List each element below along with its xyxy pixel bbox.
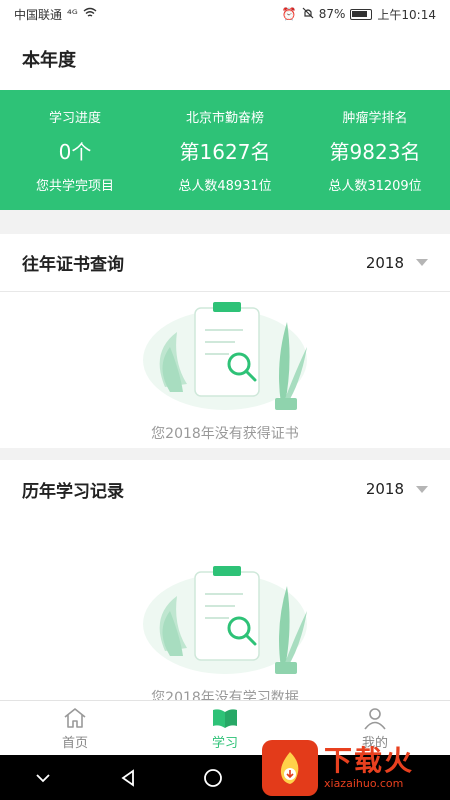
stat-sub: 总人数48931位: [178, 178, 272, 194]
mute-icon: [302, 7, 314, 22]
battery-percent: 87%: [318, 7, 346, 21]
home-circle-icon: [203, 768, 222, 787]
certificates-card: 往年证书查询 2018 您2018年没有获得证书: [0, 234, 450, 448]
tab-label: 学习: [211, 735, 238, 751]
empty-message: 您2018年没有获得证书: [151, 426, 299, 442]
certificates-header: 往年证书查询 2018: [0, 234, 450, 292]
empty-clipboard-illustration: [143, 302, 307, 410]
section-title: 往年证书查询: [22, 255, 124, 275]
page-title: 本年度: [0, 28, 450, 90]
stat-oncology-rank[interactable]: 肿瘤学排名 第9823名 总人数31209位: [300, 90, 450, 210]
caret-down-icon: [416, 259, 428, 266]
home-icon: [64, 707, 86, 728]
nav-down-button[interactable]: [0, 773, 85, 783]
stat-label: 北京市勤奋榜: [185, 110, 264, 126]
empty-clipboard-illustration: [143, 566, 307, 674]
empty-state: 您2018年没有学习数据: [0, 556, 450, 707]
person-icon: [364, 707, 386, 730]
clock: 上午10:14: [377, 7, 436, 22]
tab-label: 首页: [61, 735, 88, 751]
stat-sub: 总人数31209位: [328, 178, 422, 194]
signal-icon: ⁴ᴳ: [67, 7, 78, 21]
stat-value: 第9823名: [329, 139, 421, 164]
stat-beijing-rank[interactable]: 北京市勤奋榜 第1627名 总人数48931位: [150, 90, 300, 210]
alarm-icon: ⏰: [281, 7, 297, 21]
records-card: 历年学习记录 2018 您2018年没有学习数据: [0, 460, 450, 706]
caret-down-icon: [416, 485, 428, 493]
battery-icon: [350, 8, 373, 20]
certificate-year-select[interactable]: 2018: [366, 254, 428, 272]
back-triangle-icon: [120, 768, 134, 787]
status-bar: 中国联通 ⁴ᴳ ⏰ 87% 上午10:14: [0, 0, 450, 28]
stat-value: 第1627名: [179, 139, 271, 164]
empty-state: 您2018年没有获得证书: [0, 292, 450, 443]
year-value: 2018: [365, 480, 404, 498]
flame-logo-icon: [262, 739, 318, 796]
nav-back-button[interactable]: [85, 768, 170, 787]
stat-sub: 您共学完项目: [35, 178, 114, 194]
year-value: 2018: [365, 253, 404, 272]
chevron-down-icon: [35, 773, 50, 782]
section-title: 历年学习记录: [22, 481, 124, 502]
stat-value: 0个: [58, 139, 92, 164]
stat-label: 学习进度: [48, 110, 101, 126]
stat-progress[interactable]: 学习进度 0个 您共学完项目: [0, 90, 150, 210]
records-year-select[interactable]: 2018: [366, 480, 428, 498]
stats-banner: 学习进度 0个 您共学完项目 北京市勤奋榜 第1627名 总人数48931位 肿…: [0, 90, 450, 210]
watermark: 下载火 xiazaihuo.com: [262, 735, 450, 800]
tab-home[interactable]: 首页: [0, 701, 150, 755]
carrier-label: 中国联通: [14, 7, 63, 22]
watermark-title: 下载火: [324, 744, 415, 777]
watermark-url: xiazaihuo.com: [324, 777, 404, 790]
wifi-icon: [83, 7, 97, 21]
stat-label: 肿瘤学排名: [342, 110, 408, 126]
nav-home-button[interactable]: [170, 768, 255, 788]
records-header: 历年学习记录 2018: [0, 460, 450, 518]
book-icon: [213, 708, 237, 728]
